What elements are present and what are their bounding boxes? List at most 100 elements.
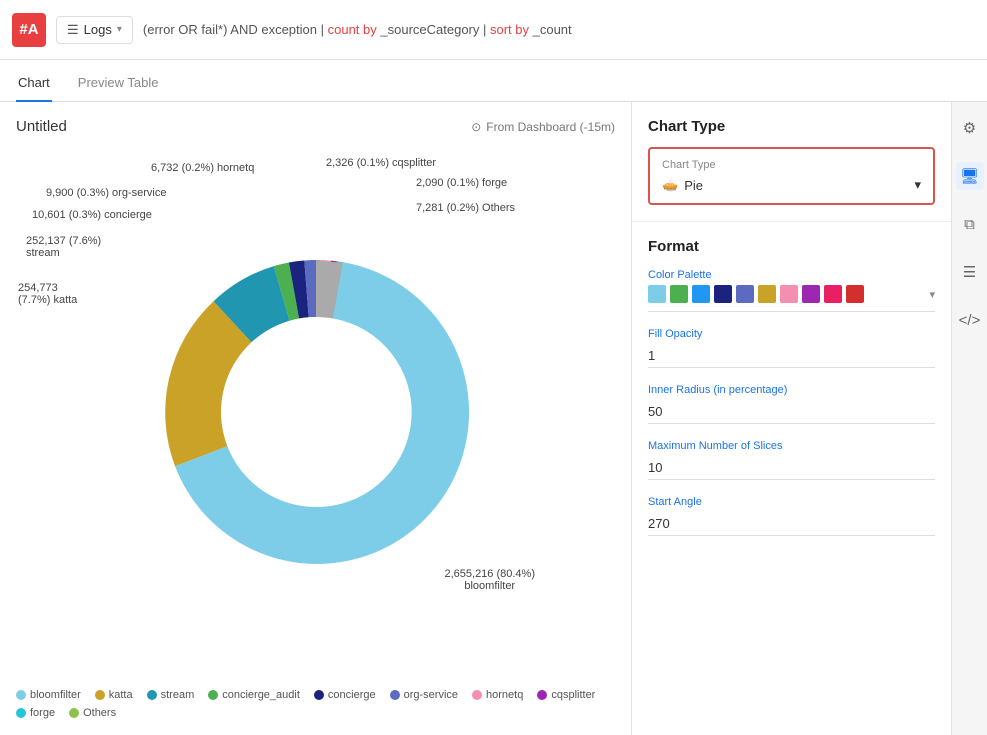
palette-swatch[interactable]	[736, 285, 754, 303]
query-highlight-count: count by	[328, 22, 377, 37]
legend-item: stream	[147, 689, 195, 701]
legend-label: org-service	[404, 689, 458, 701]
legend-label: concierge_audit	[222, 689, 300, 701]
query-static3: _count	[529, 22, 572, 37]
list-icon-btn[interactable]: ☰	[956, 258, 984, 286]
main-content: Untitled ⊙ From Dashboard (-15m)	[0, 102, 987, 735]
dashboard-badge: ⊙ From Dashboard (-15m)	[471, 120, 615, 134]
legend-dot	[472, 690, 482, 700]
label-org-service: 9,900 (0.3%) org-service	[46, 187, 166, 199]
palette-swatch[interactable]	[802, 285, 820, 303]
color-palette-row[interactable]: ▾	[648, 285, 935, 312]
legend-item: katta	[95, 689, 133, 701]
legend-dot	[69, 708, 79, 718]
legend-label: concierge	[328, 689, 376, 701]
inner-radius-field: Inner Radius (in percentage)	[648, 384, 935, 424]
chart-type-field-label: Chart Type	[662, 159, 921, 171]
tabbar: Chart Preview Table	[0, 60, 987, 102]
chart-type-value-row: 🥧 Pie ▾	[662, 177, 921, 193]
legend-label: katta	[109, 689, 133, 701]
query-static1: (error OR fail*) AND exception |	[143, 22, 328, 37]
fill-opacity-label: Fill Opacity	[648, 328, 935, 340]
max-slices-label: Maximum Number of Slices	[648, 440, 935, 452]
fill-opacity-field: Fill Opacity	[648, 328, 935, 368]
chevron-down-icon: ▾	[117, 24, 122, 35]
chart-type-value: 🥧 Pie	[662, 177, 703, 193]
topbar: #A ☰ Logs ▾ (error OR fail*) AND excepti…	[0, 0, 987, 60]
tab-preview[interactable]: Preview Table	[76, 65, 161, 102]
legend-item: bloomfilter	[16, 689, 81, 701]
inner-radius-label: Inner Radius (in percentage)	[648, 384, 935, 396]
chart-type-selected: Pie	[684, 178, 703, 193]
palette-swatch[interactable]	[824, 285, 842, 303]
query-display: (error OR fail*) AND exception | count b…	[143, 22, 975, 37]
max-slices-input[interactable]	[648, 456, 935, 480]
palette-swatch[interactable]	[780, 285, 798, 303]
chart-type-section: Chart Type Chart Type 🥧 Pie ▾	[632, 102, 951, 222]
right-panel: Chart Type Chart Type 🥧 Pie ▾ Format Col	[631, 102, 951, 735]
label-hornetq: 6,732 (0.2%) hornetq	[151, 162, 254, 174]
chart-type-chevron[interactable]: ▾	[914, 177, 921, 193]
copy-icon-btn[interactable]: ⧉	[956, 210, 984, 238]
pie-chart-icon: 🥧	[662, 177, 678, 193]
monitor-icon-btn[interactable]: 🖥	[956, 162, 984, 190]
palette-swatch[interactable]	[648, 285, 666, 303]
label-others: 7,281 (0.2%) Others	[416, 202, 515, 214]
label-forge: 2,090 (0.1%) forge	[416, 177, 507, 189]
query-highlight-sort: sort by	[490, 22, 529, 37]
start-angle-input[interactable]	[648, 512, 935, 536]
query-static2: _sourceCategory |	[377, 22, 490, 37]
start-angle-field: Start Angle	[648, 496, 935, 536]
label-katta: 254,773(7.7%) katta	[18, 282, 77, 306]
legend-item: forge	[16, 707, 55, 719]
settings-icon-btn[interactable]: ⚙	[956, 114, 984, 142]
format-section: Format Color Palette ▾ Fill Opacity Inne…	[632, 222, 951, 568]
legend-label: cqsplitter	[551, 689, 595, 701]
chart-type-box[interactable]: Chart Type 🥧 Pie ▾	[648, 147, 935, 205]
legend-dot	[95, 690, 105, 700]
label-concierge: 10,601 (0.3%) concierge	[32, 209, 152, 221]
palette-swatch[interactable]	[758, 285, 776, 303]
legend-label: forge	[30, 707, 55, 719]
chart-title: Untitled	[16, 118, 67, 135]
legend-item: cqsplitter	[537, 689, 595, 701]
legend-label: hornetq	[486, 689, 523, 701]
chart-type-section-title: Chart Type	[648, 118, 935, 135]
start-angle-label: Start Angle	[648, 496, 935, 508]
legend-item: Others	[69, 707, 116, 719]
color-palette-field: Color Palette ▾	[648, 269, 935, 312]
logs-dropdown[interactable]: ☰ Logs ▾	[56, 16, 133, 44]
legend-label: stream	[161, 689, 195, 701]
icon-sidebar: ⚙ 🖥 ⧉ ☰ </>	[951, 102, 987, 735]
color-palette-label: Color Palette	[648, 269, 935, 281]
label-cqsplitter: 2,326 (0.1%) cqsplitter	[326, 157, 436, 169]
legend-dot	[16, 690, 26, 700]
logs-label: Logs	[84, 22, 112, 37]
tab-chart[interactable]: Chart	[16, 65, 52, 102]
palette-swatch[interactable]	[670, 285, 688, 303]
fill-opacity-input[interactable]	[648, 344, 935, 368]
legend-item: hornetq	[472, 689, 523, 701]
max-slices-field: Maximum Number of Slices	[648, 440, 935, 480]
logs-icon: ☰	[67, 22, 79, 38]
palette-swatch[interactable]	[846, 285, 864, 303]
legend-item: concierge_audit	[208, 689, 300, 701]
code-icon-btn[interactable]: </>	[956, 306, 984, 334]
legend-label: Others	[83, 707, 116, 719]
donut-hole	[221, 317, 411, 507]
chart-legend: bloomfilter katta stream concierge_audit con…	[16, 677, 615, 719]
chart-panel: Untitled ⊙ From Dashboard (-15m)	[0, 102, 631, 735]
legend-label: bloomfilter	[30, 689, 81, 701]
chart-header: Untitled ⊙ From Dashboard (-15m)	[16, 118, 615, 135]
hash-badge: #A	[12, 13, 46, 47]
palette-chevron[interactable]: ▾	[929, 288, 935, 301]
dashboard-badge-text: From Dashboard (-15m)	[486, 120, 615, 134]
palette-swatch[interactable]	[714, 285, 732, 303]
legend-dot	[147, 690, 157, 700]
palette-swatch[interactable]	[692, 285, 710, 303]
inner-radius-input[interactable]	[648, 400, 935, 424]
legend-dot	[208, 690, 218, 700]
clock-icon: ⊙	[471, 120, 481, 134]
pie-chart-svg	[126, 222, 506, 602]
chart-area: 2,326 (0.1%) cqsplitter 2,090 (0.1%) for…	[16, 147, 615, 677]
